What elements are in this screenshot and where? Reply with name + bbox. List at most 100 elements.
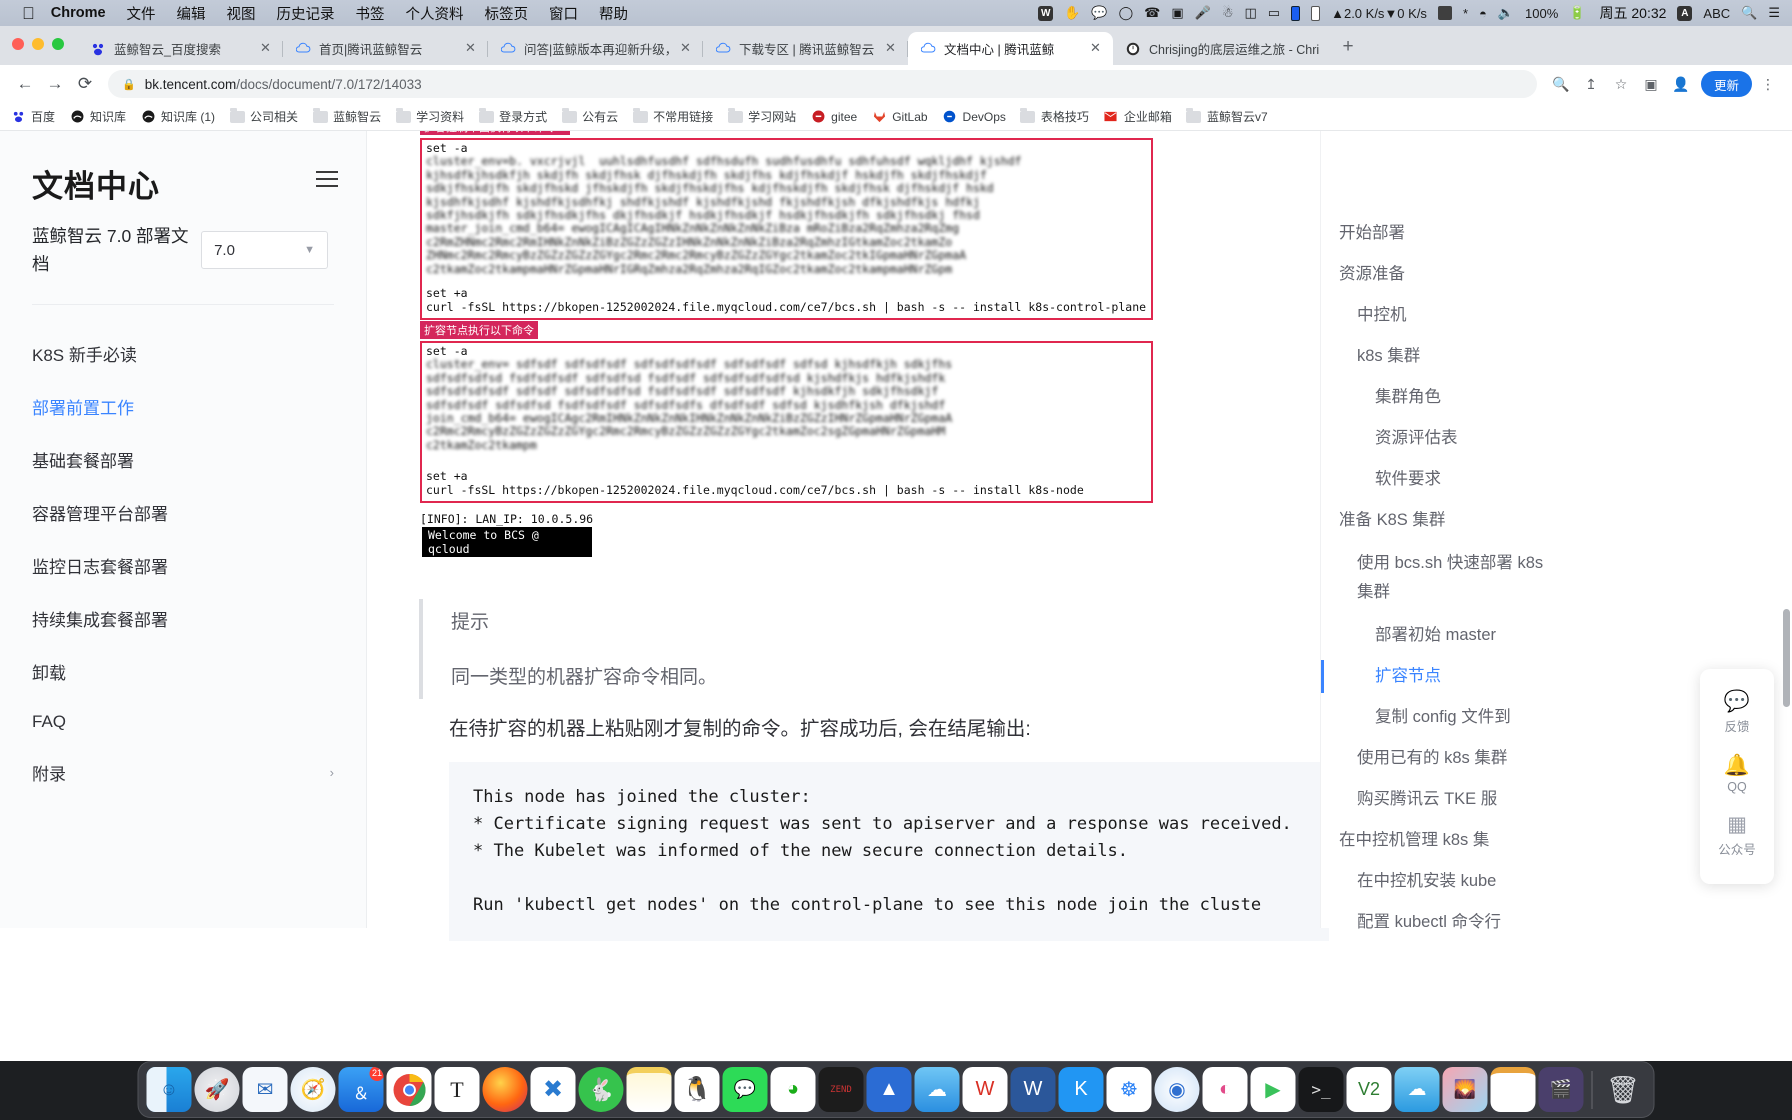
sidebar-item-faq[interactable]: FAQ xyxy=(0,698,366,746)
input-method-badge[interactable]: A xyxy=(1677,5,1693,21)
sidebar-item-base-package[interactable]: 基础套餐部署 xyxy=(0,433,366,486)
bookmark-gitee[interactable]: gitee xyxy=(810,109,857,125)
dock-trash[interactable]: 🗑 xyxy=(1601,1067,1646,1112)
menu-edit[interactable]: 编辑 xyxy=(177,3,206,24)
sidebar-item-k8s-intro[interactable]: K8S 新手必读 xyxy=(0,327,366,380)
dock-safari-tech[interactable]: ◉ xyxy=(1154,1067,1200,1112)
sidebar-item-ci-package[interactable]: 持续集成套餐部署 xyxy=(0,592,366,645)
dock-typora[interactable]: T xyxy=(434,1067,480,1112)
lamp-icon[interactable]: ☃ xyxy=(1222,5,1234,21)
search-circle-icon[interactable]: ◯ xyxy=(1119,5,1134,21)
profile-icon[interactable]: 👤 xyxy=(1667,70,1695,98)
dock-cloud-music[interactable]: ☁ xyxy=(914,1067,960,1112)
menu-help[interactable]: 帮助 xyxy=(599,3,628,24)
search-icon[interactable]: 🔍 xyxy=(1741,5,1757,21)
bookmark-study-sites[interactable]: 学习网站 xyxy=(727,107,796,125)
headphone-icon[interactable]: ☎ xyxy=(1144,5,1160,21)
split-icon[interactable]: ◫ xyxy=(1245,5,1257,21)
network-speed-indicator[interactable]: ▲2.0 K/s ▼0 K/s xyxy=(1331,7,1427,20)
sidebar-item-container-platform[interactable]: 容器管理平台部署 xyxy=(0,486,366,539)
dock-wechat[interactable]: 💬 xyxy=(722,1067,768,1112)
bookmark-login[interactable]: 登录方式 xyxy=(478,107,547,125)
dock-imovie[interactable]: 🎬 xyxy=(1538,1067,1584,1112)
update-button[interactable]: 更新 xyxy=(1700,71,1752,97)
bookmark-study-material[interactable]: 学习资料 xyxy=(395,107,464,125)
close-tab-button[interactable]: ✕ xyxy=(1087,40,1104,57)
toc-item-k8s-cluster[interactable]: k8s 集群 xyxy=(1321,336,1572,377)
forward-button[interactable]: → xyxy=(40,69,70,99)
address-bar[interactable]: 🔒 bk.tencent.com /docs/document/7.0/172/… xyxy=(108,70,1537,98)
close-tab-button[interactable]: ✕ xyxy=(677,40,694,57)
sidebar-item-appendix[interactable]: 附录 › xyxy=(0,746,366,799)
dock-zend-terminal[interactable]: ZEND xyxy=(818,1067,864,1112)
kebab-menu-icon[interactable]: ⋮ xyxy=(1754,70,1782,98)
toc-item-control-machine[interactable]: 中控机 xyxy=(1321,295,1572,336)
bluetooth-icon[interactable]: * xyxy=(1463,6,1468,21)
maximize-window-button[interactable] xyxy=(52,38,64,50)
battery-charging-icon[interactable]: 🔋 xyxy=(1569,5,1585,21)
bookmark-company[interactable]: 公司相关 xyxy=(229,107,298,125)
dock-wechat-work[interactable]: ◕ xyxy=(770,1067,816,1112)
bookmark-enterprise-mail[interactable]: 企业邮箱 xyxy=(1103,108,1172,125)
dock-finder[interactable]: ☺ xyxy=(146,1067,192,1112)
bookmark-bkcloud[interactable]: 蓝鲸智云 xyxy=(312,107,381,125)
toc-item-manage-k8s[interactable]: 在中控机管理 k8s 集 xyxy=(1321,820,1572,861)
dock-safari[interactable]: 🧭 xyxy=(290,1067,336,1112)
wps-icon[interactable]: W xyxy=(1038,5,1054,21)
dock-evernote[interactable]: 🐇 xyxy=(578,1067,624,1112)
dock-photos[interactable]: 🌄 xyxy=(1442,1067,1488,1112)
dock-launchpad[interactable]: 🚀 xyxy=(194,1067,240,1112)
dock-terminal[interactable]: >_ xyxy=(1298,1067,1344,1112)
tab-baidu-search[interactable]: 蓝鲸智云_百度搜索 ✕ xyxy=(78,32,283,65)
dock-v2ray[interactable]: V2 xyxy=(1346,1067,1392,1112)
volume-icon[interactable]: 🔈 xyxy=(1498,5,1514,21)
official-account-widget[interactable]: ▦ 公众号 xyxy=(1700,804,1774,868)
bookmark-baidu[interactable]: 百度 xyxy=(10,108,55,125)
toc-item-copy-config[interactable]: 复制 config 文件到 xyxy=(1321,697,1572,738)
tab-bk-qa[interactable]: 问答|蓝鲸版本再迎新升级，正式 ✕ xyxy=(488,32,703,65)
dock-playstore[interactable]: ▶ xyxy=(1250,1067,1296,1112)
dock-qq[interactable]: 🐧 xyxy=(674,1067,720,1112)
toc-item-prepare-k8s[interactable]: 准备 K8S 集群 xyxy=(1321,500,1572,541)
dock-app-store[interactable]: ﹠ 21 xyxy=(338,1067,384,1112)
new-tab-button[interactable]: + xyxy=(1334,34,1362,62)
qq-widget[interactable]: 🔔 QQ xyxy=(1700,745,1774,804)
control-center-icon[interactable]: ☰ xyxy=(1768,5,1780,21)
battery-white-icon[interactable] xyxy=(1311,5,1321,21)
toc-item-resource-prep[interactable]: 资源准备 xyxy=(1321,254,1572,295)
wifi-icon[interactable]: ◓ xyxy=(1479,6,1487,21)
bookmark-rare-links[interactable]: 不常用链接 xyxy=(632,107,713,125)
page-scrollbar[interactable] xyxy=(1783,609,1790,707)
toc-item-start-deploy[interactable]: 开始部署 xyxy=(1321,213,1572,254)
bookmark-sheet-tips[interactable]: 表格技巧 xyxy=(1020,107,1089,125)
zoom-icon[interactable]: 🔍 xyxy=(1547,70,1575,98)
toc-item-config-kubectl[interactable]: 配置 kubectl 命令行 xyxy=(1321,902,1572,943)
hamburger-icon[interactable] xyxy=(316,171,338,187)
video-icon[interactable]: ▭ xyxy=(1268,5,1280,21)
dock-app-grid[interactable]: ◐ xyxy=(1202,1067,1248,1112)
tab-bk-home[interactable]: 首页|腾讯蓝鲸智云 ✕ xyxy=(283,32,488,65)
menu-profiles[interactable]: 个人资料 xyxy=(406,3,464,24)
bookmark-kb-1[interactable]: 知识库 xyxy=(69,108,126,125)
toc-item-bcs-quick-deploy[interactable]: 使用 bcs.sh 快速部署 k8s 集群 xyxy=(1321,541,1572,615)
close-tab-button[interactable]: ✕ xyxy=(462,40,479,57)
toc-item-software-req[interactable]: 软件要求 xyxy=(1321,459,1572,500)
dock-motrix[interactable]: ▲ xyxy=(866,1067,912,1112)
version-select[interactable]: 7.0 ▼ xyxy=(201,231,328,269)
bookmark-devops[interactable]: DevOps xyxy=(942,109,1006,125)
dock-tencent-meeting[interactable]: ☸ xyxy=(1106,1067,1152,1112)
toc-item-install-kube[interactable]: 在中控机安装 kube xyxy=(1321,861,1572,902)
toc-item-scale-nodes[interactable]: 扩容节点 xyxy=(1321,656,1572,697)
feedback-widget[interactable]: 💬 反馈 xyxy=(1700,681,1774,745)
extensions-icon[interactable]: ▣ xyxy=(1637,70,1665,98)
input-method-label[interactable]: ABC xyxy=(1703,6,1730,21)
toc-item-buy-tke[interactable]: 购买腾讯云 TKE 服 xyxy=(1321,779,1572,820)
bookmark-star-icon[interactable]: ☆ xyxy=(1607,70,1635,98)
dock-pages[interactable] xyxy=(1490,1067,1536,1112)
bookmark-gitlab[interactable]: GitLab xyxy=(871,109,928,125)
close-tab-button[interactable]: ✕ xyxy=(257,40,274,57)
dock-word[interactable]: W xyxy=(1010,1067,1056,1112)
mic-icon[interactable]: 🎤 xyxy=(1195,5,1211,21)
toc-item-cluster-roles[interactable]: 集群角色 xyxy=(1321,377,1572,418)
bookmark-public-cloud[interactable]: 公有云 xyxy=(561,107,618,125)
